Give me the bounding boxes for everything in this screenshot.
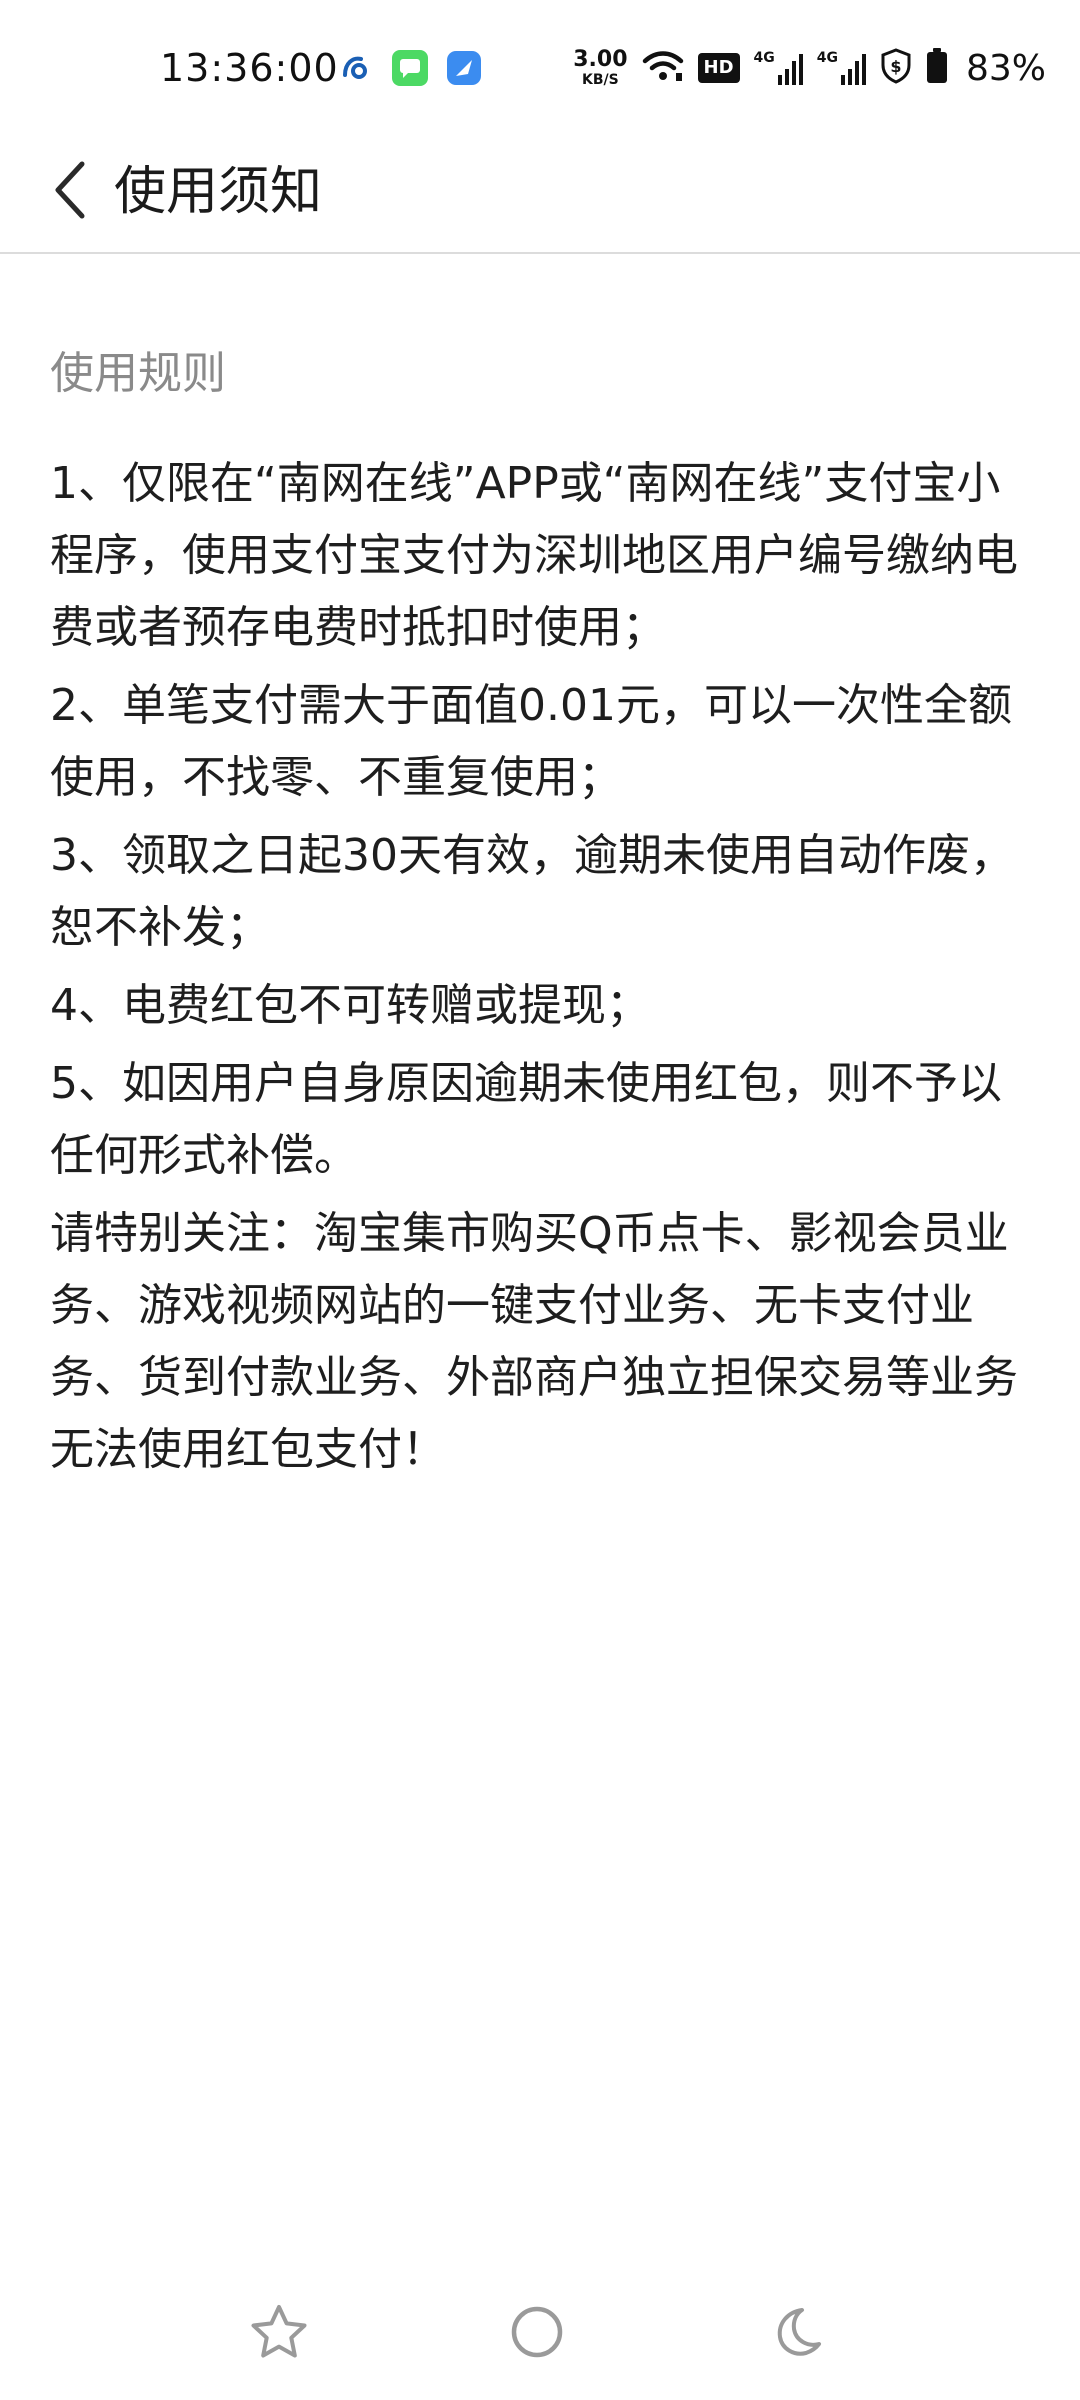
usage-notice-content: 使用规则 1、仅限在“南网在线”APP或“南网在线”支付宝小程序，使用支付宝支付… bbox=[50, 340, 1030, 1492]
svg-text:$: $ bbox=[890, 57, 901, 76]
cellular-signal-1-icon: 4G bbox=[754, 51, 803, 85]
rule-item: 4、电费红包不可转赠或提现； bbox=[50, 980, 650, 1031]
back-button[interactable] bbox=[24, 146, 116, 238]
cellular-signal-2-icon: 4G bbox=[817, 51, 866, 85]
special-notice: 请特别关注：淘宝集市购买Q币点卡、影视会员业务、游戏视频网站的一键支付业务、无卡… bbox=[50, 1208, 1018, 1475]
hd-voice-icon: HD bbox=[697, 53, 740, 83]
app-notification-icon bbox=[336, 48, 376, 88]
favorite-button[interactable] bbox=[231, 2286, 327, 2382]
status-time: 13:36:00 bbox=[160, 46, 339, 90]
chevron-left-icon bbox=[50, 160, 90, 224]
page-title: 使用须知 bbox=[114, 162, 323, 222]
browser-notification-icon bbox=[444, 48, 484, 88]
security-shield-icon: $ bbox=[880, 48, 912, 88]
rule-item: 3、领取之日起30天有效，逾期未使用自动作废，恕不补发； bbox=[50, 830, 1014, 953]
status-bar: 13:36:00 3.00 KB/S HD 4G 4G $ 83% bbox=[0, 0, 1080, 136]
network-speed: 3.00 KB/S bbox=[573, 47, 628, 88]
circle-icon bbox=[509, 2304, 565, 2364]
system-status-icons: 3.00 KB/S HD 4G 4G $ 83% bbox=[573, 44, 1046, 92]
rule-item: 5、如因用户自身原因逾期未使用红包，则不予以任何形式补偿。 bbox=[50, 1058, 1002, 1181]
section-title: 使用规则 bbox=[50, 348, 226, 399]
home-button[interactable] bbox=[489, 2286, 585, 2382]
rule-item: 2、单笔支付需大于面值0.01元，可以一次性全额使用，不找零、不重复使用； bbox=[50, 680, 1012, 803]
battery-icon bbox=[926, 48, 948, 88]
moon-icon bbox=[768, 2304, 824, 2364]
notification-icons bbox=[336, 48, 484, 88]
rule-item: 1、仅限在“南网在线”APP或“南网在线”支付宝小程序，使用支付宝支付为深圳地区… bbox=[50, 458, 1018, 653]
app-header: 使用须知 bbox=[0, 136, 1080, 254]
message-notification-icon bbox=[390, 48, 430, 88]
star-icon bbox=[249, 2303, 309, 2365]
night-mode-button[interactable] bbox=[748, 2286, 844, 2382]
wifi-icon bbox=[642, 49, 684, 87]
battery-percent: 83% bbox=[965, 47, 1046, 89]
bottom-toolbar bbox=[0, 2286, 1080, 2382]
